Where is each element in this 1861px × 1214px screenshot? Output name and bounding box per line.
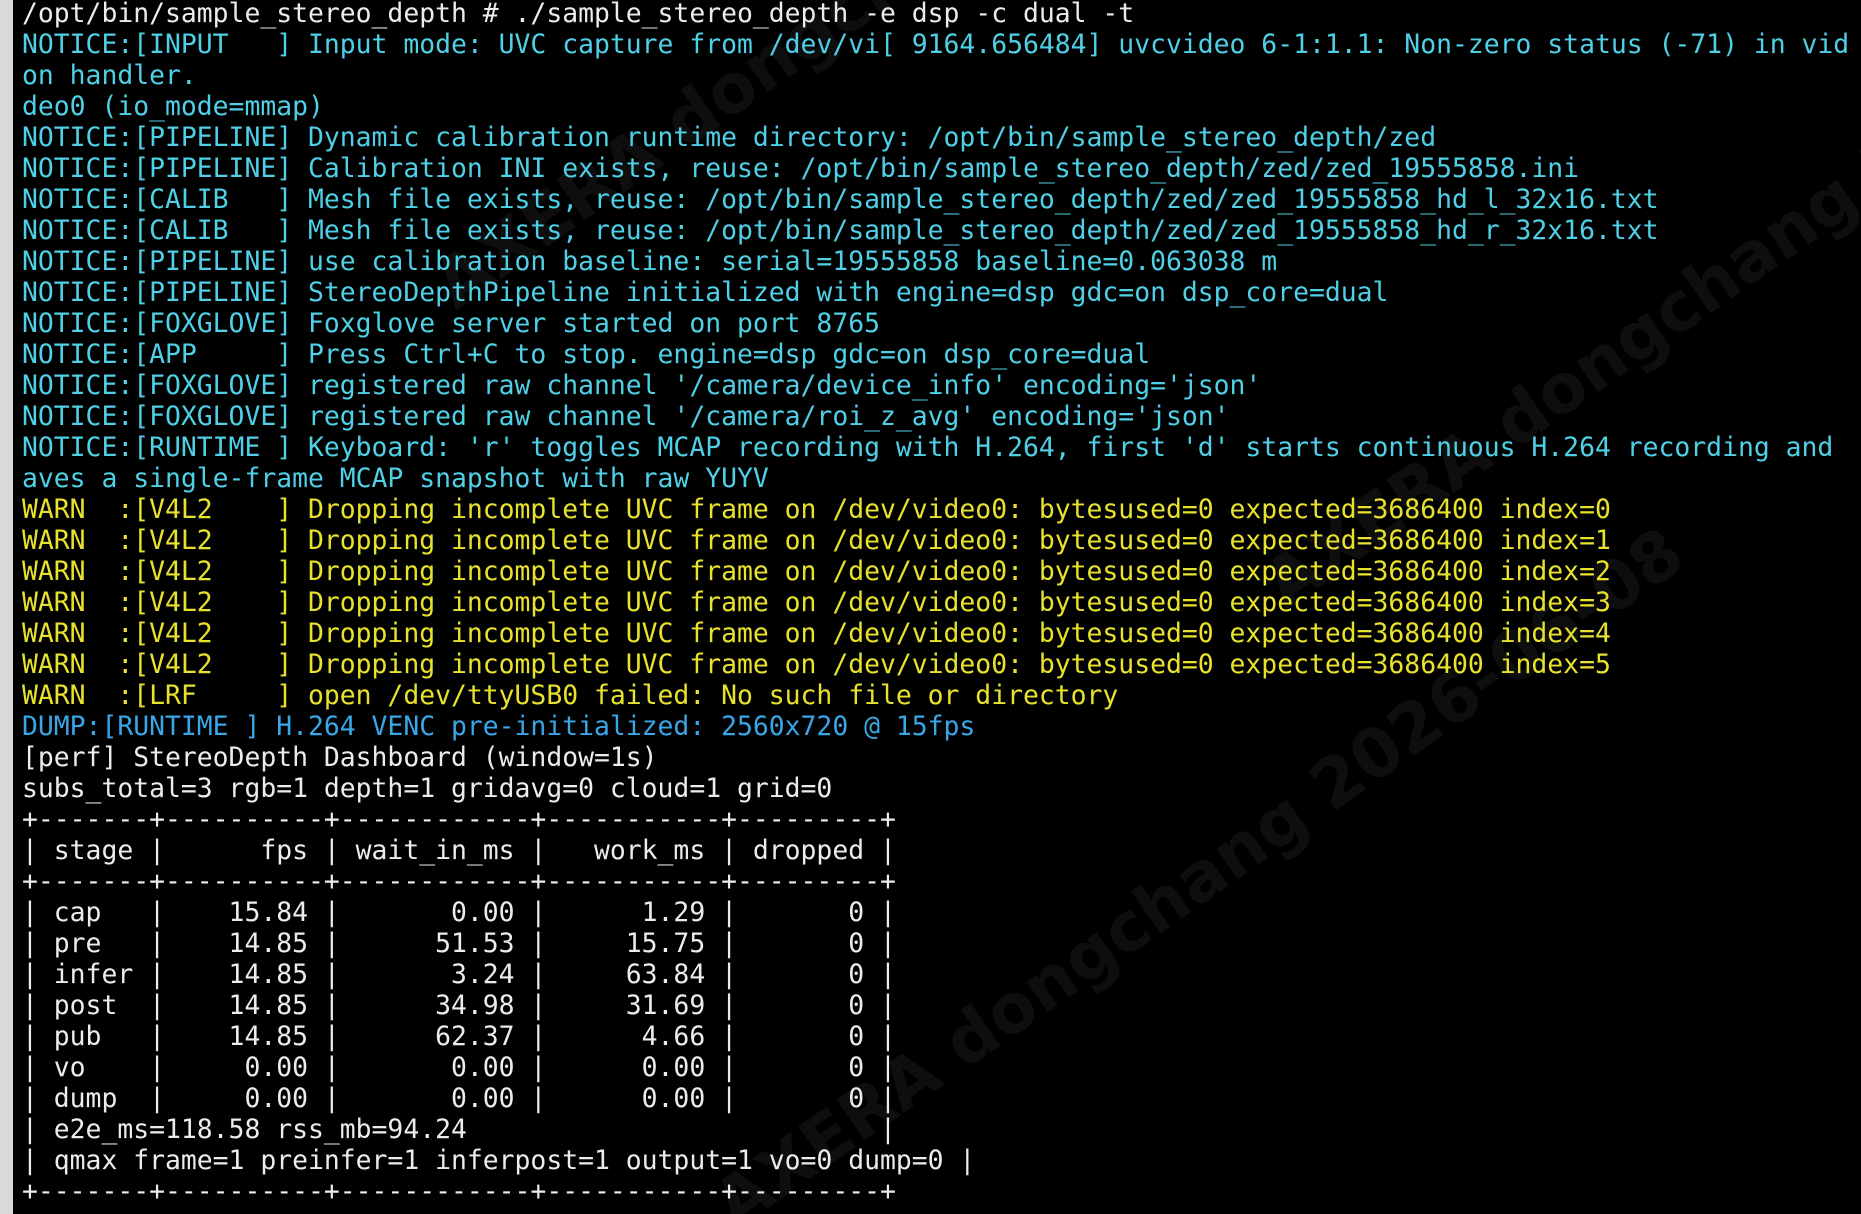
terminal-line: NOTICE:[FOXGLOVE] Foxglove server starte… [22,308,880,339]
terminal-line: NOTICE:[PIPELINE] Calibration INI exists… [22,153,1580,184]
terminal-line: | e2e_ms=118.58 rss_mb=94.24 | [22,1114,896,1145]
terminal-line: NOTICE:[INPUT ] Input mode: UVC capture … [22,29,1850,60]
terminal-line: WARN :[V4L2 ] Dropping incomplete UVC fr… [22,587,1611,618]
terminal-line: | stage | fps | wait_in_ms | work_ms | d… [22,835,896,866]
terminal-line: DUMP:[RUNTIME ] H.264 VENC pre-initializ… [22,711,976,742]
terminal-line: | cap | 15.84 | 0.00 | 1.29 | 0 | [22,897,896,928]
terminal-line: | dump | 0.00 | 0.00 | 0.00 | 0 | [22,1083,896,1114]
terminal-line: deo0 (io_mode=mmap) [22,91,324,122]
terminal-line: WARN :[LRF ] open /dev/ttyUSB0 failed: N… [22,680,1119,711]
terminal-line: | infer | 14.85 | 3.24 | 63.84 | 0 | [22,959,896,990]
terminal-window[interactable]: AXERA dongchang 2026-06-08 AXERA dongcha… [0,0,1861,1214]
terminal-line: WARN :[V4L2 ] Dropping incomplete UVC fr… [22,618,1611,649]
window-left-border [0,0,13,1214]
terminal-line: NOTICE:[FOXGLOVE] registered raw channel… [22,401,1230,432]
terminal-output[interactable]: /opt/bin/sample_stereo_depth # ./sample_… [22,0,1849,1207]
terminal-line: NOTICE:[PIPELINE] use calibration baseli… [22,246,1278,277]
terminal-line: +-------+----------+------------+-------… [22,804,896,835]
terminal-line: WARN :[V4L2 ] Dropping incomplete UVC fr… [22,556,1611,587]
terminal-line: aves a single-frame MCAP snapshot with r… [22,463,769,494]
terminal-line: NOTICE:[CALIB ] Mesh file exists, reuse:… [22,215,1659,246]
terminal-line: /opt/bin/sample_stereo_depth # ./sample_… [22,0,1135,29]
terminal-line: subs_total=3 rgb=1 depth=1 gridavg=0 clo… [22,773,833,804]
terminal-line: | pub | 14.85 | 62.37 | 4.66 | 0 | [22,1021,896,1052]
terminal-line: NOTICE:[FOXGLOVE] registered raw channel… [22,370,1262,401]
terminal-line: | pre | 14.85 | 51.53 | 15.75 | 0 | [22,928,896,959]
terminal-line: | qmax frame=1 preinfer=1 inferpost=1 ou… [22,1145,976,1176]
terminal-line: NOTICE:[APP ] Press Ctrl+C to stop. engi… [22,339,1151,370]
terminal-line: NOTICE:[CALIB ] Mesh file exists, reuse:… [22,184,1659,215]
terminal-line: WARN :[V4L2 ] Dropping incomplete UVC fr… [22,494,1611,525]
terminal-line: WARN :[V4L2 ] Dropping incomplete UVC fr… [22,525,1611,556]
terminal-line: | vo | 0.00 | 0.00 | 0.00 | 0 | [22,1052,896,1083]
terminal-line: +-------+----------+------------+-------… [22,866,896,897]
terminal-line: NOTICE:[RUNTIME ] Keyboard: 'r' toggles … [22,432,1834,463]
terminal-line: on handler. [22,60,197,91]
terminal-line: [perf] StereoDepth Dashboard (window=1s) [22,742,658,773]
terminal-line: | post | 14.85 | 34.98 | 31.69 | 0 | [22,990,896,1021]
terminal-line: +-------+----------+------------+-------… [22,1176,896,1207]
terminal-line: NOTICE:[PIPELINE] Dynamic calibration ru… [22,122,1437,153]
terminal-line: WARN :[V4L2 ] Dropping incomplete UVC fr… [22,649,1611,680]
terminal-line: NOTICE:[PIPELINE] StereoDepthPipeline in… [22,277,1389,308]
